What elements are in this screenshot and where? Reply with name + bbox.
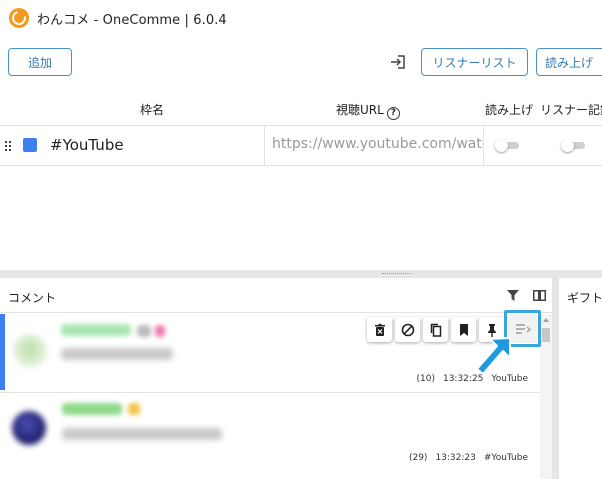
- filter-icon[interactable]: [507, 290, 519, 301]
- frame-row: #YouTube https://www.youtube.com/watch?v…: [0, 126, 602, 166]
- read-list-icon: [515, 323, 531, 334]
- comment-text: [62, 428, 222, 440]
- header-view-url: 視聴URL?: [336, 101, 400, 120]
- view-url-input[interactable]: https://www.youtube.com/watch?v=...: [264, 126, 484, 165]
- comment-text: [61, 348, 173, 360]
- read-aloud-toggle[interactable]: [495, 139, 521, 152]
- help-icon[interactable]: ?: [386, 107, 400, 120]
- callout-arrow-icon: [476, 337, 511, 375]
- comment-count: (29): [408, 453, 428, 463]
- app-title: わんコメ - OneComme | 6.0.4: [37, 12, 227, 28]
- comment-meta: (29) 13:32:23 #YouTube: [401, 453, 528, 463]
- app-logo-icon: [9, 8, 29, 28]
- copy-icon: [430, 323, 441, 337]
- block-button[interactable]: [395, 317, 420, 342]
- pin-icon: [487, 323, 496, 337]
- avatar: [12, 411, 46, 445]
- comment-time: 13:32:23: [435, 453, 476, 463]
- block-icon: [401, 323, 414, 336]
- frame-name[interactable]: #YouTube: [50, 136, 124, 154]
- comment-item[interactable]: (29) 13:32:23 #YouTube: [0, 392, 540, 468]
- gift-panel: ギフト: [558, 278, 602, 479]
- scroll-thumb[interactable]: [542, 328, 550, 342]
- comment-count: (10): [416, 374, 435, 384]
- comment-panel-title: コメント: [8, 291, 57, 305]
- bookmark-icon: [459, 323, 468, 336]
- copy-button[interactable]: [423, 317, 448, 342]
- comment-author: [61, 324, 131, 336]
- comment-source: #YouTube: [483, 453, 528, 463]
- comment-author: [62, 403, 122, 415]
- read-aloud-button-label: 読み上げ: [545, 55, 594, 70]
- frames-table-header: 枠名 視聴URL? 読み上げ リスナー記録: [0, 92, 602, 126]
- author-badge-icon: [137, 325, 151, 337]
- author-badge-icon: [128, 403, 140, 415]
- read-aloud-button[interactable]: 読み上げ: [536, 48, 602, 76]
- heart-icon: [155, 325, 165, 337]
- scroll-up-arrow-icon[interactable]: [543, 318, 549, 322]
- header-listener-record: リスナー記録: [540, 103, 602, 117]
- header-view-url-label: 視聴URL: [336, 103, 384, 117]
- title-bar: わんコメ - OneComme | 6.0.4: [0, 0, 602, 36]
- listener-list-button[interactable]: リスナーリスト: [421, 48, 528, 76]
- delete-icon: [374, 323, 385, 336]
- comment-panel: コメント (10) 13:32:25 YouTube (29) 13:32:23 #Yo…: [0, 278, 552, 479]
- gift-panel-title: ギフト: [567, 291, 602, 305]
- comment-scrollbar[interactable]: [540, 314, 552, 479]
- sign-in-icon[interactable]: [389, 53, 407, 71]
- avatar: [13, 334, 47, 368]
- delete-button[interactable]: [367, 317, 392, 342]
- columns-icon[interactable]: [533, 290, 546, 301]
- splitter-grip[interactable]: [382, 273, 412, 275]
- pane-splitter[interactable]: [0, 270, 602, 278]
- listener-record-toggle[interactable]: [561, 139, 587, 152]
- frame-color-swatch[interactable]: [23, 138, 37, 152]
- header-frame-name: 枠名: [140, 103, 165, 117]
- drag-handle-icon[interactable]: [4, 140, 12, 152]
- add-frame-button[interactable]: 追加: [8, 48, 72, 76]
- comment-panel-header: コメント: [0, 278, 552, 313]
- header-read-aloud: 読み上げ: [485, 103, 534, 117]
